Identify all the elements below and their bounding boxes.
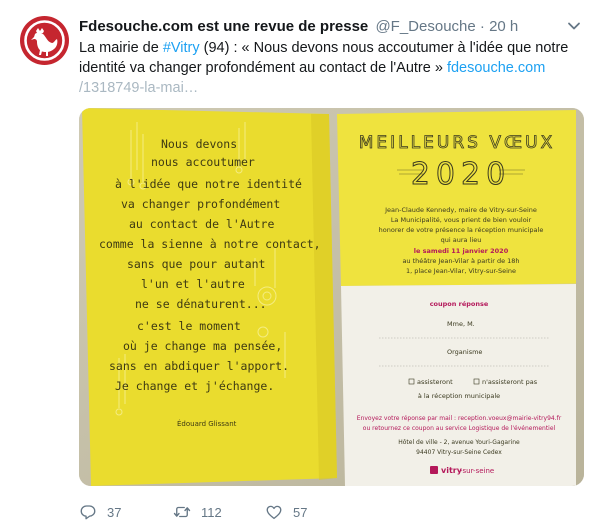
poem-line: sans que pour autant xyxy=(127,257,265,271)
coupon-option-no: n'assisteront pas xyxy=(482,378,538,386)
greeting-title: MEILLEURS VŒUX xyxy=(359,133,555,153)
coupon-title: coupon réponse xyxy=(430,300,489,308)
invitation-line: au théâtre Jean-Vilar à partir de 18h xyxy=(402,257,519,265)
invitation-line: La Municipalité, vous prient de bien vou… xyxy=(391,216,532,224)
tweet-timestamp[interactable]: 20 h xyxy=(489,18,518,35)
like-button[interactable]: 57 xyxy=(265,502,345,522)
invitation-card: Nous devons nous accoutumer à l'idée que… xyxy=(79,108,584,486)
tweet-media-image[interactable]: Nous devons nous accoutumer à l'idée que… xyxy=(79,108,584,486)
reply-count: 37 xyxy=(107,504,122,520)
poem-line: c'est le moment xyxy=(137,319,241,333)
poem-line: nous accoutumer xyxy=(151,155,255,169)
coupon-return-line: 94407 Vitry-sur-Seine Cedex xyxy=(416,449,502,456)
poem-line: au contact de l'Autre xyxy=(129,217,274,231)
retweet-icon xyxy=(173,506,191,518)
retweet-button[interactable]: 112 xyxy=(173,502,265,522)
poem-author: Édouard Glissant xyxy=(177,419,237,428)
invitation-line: qui aura lieu xyxy=(441,236,482,244)
poem-line: ne se dénaturent... xyxy=(135,297,267,311)
invitation-line: 1, place Jean-Vilar, Vitry-sur-Seine xyxy=(406,267,516,275)
reply-icon xyxy=(80,505,96,520)
rooster-icon xyxy=(24,20,65,61)
poem-line: comme la sienne à notre contact, xyxy=(99,237,321,251)
reply-button[interactable]: 37 xyxy=(79,502,173,522)
link-path[interactable]: /1318749-la-mai… xyxy=(79,80,198,96)
coupon-org-label: Organisme xyxy=(447,348,482,356)
coupon-return-line: Envoyez votre réponse par mail : recepti… xyxy=(357,415,562,422)
poem-line: où je change ma pensée, xyxy=(123,339,282,353)
tweet-text: La mairie de #Vitry (94) : « Nous devons… xyxy=(79,38,584,98)
invitation-line: Jean-Claude Kennedy, maire de Vitry-sur-… xyxy=(384,206,537,214)
user-handle[interactable]: @F_Desouche xyxy=(375,18,475,35)
separator-dot: · xyxy=(479,18,485,35)
poem-line: Nous devons xyxy=(161,137,237,151)
tweet-text-part: La mairie de xyxy=(79,40,163,56)
tweet[interactable]: Fdesouche.com est une revue de presse @F… xyxy=(0,0,601,528)
invitation-line: honorer de votre présence la réception m… xyxy=(379,226,544,234)
heart-icon xyxy=(266,505,282,520)
poem-line: Je change et j'échange. xyxy=(115,379,274,393)
hashtag-link[interactable]: #Vitry xyxy=(163,40,200,56)
tweet-actions: 37 112 57 xyxy=(79,502,345,522)
coupon-option-suffix: à la réception municipale xyxy=(418,392,500,400)
logo-suffix: -sur-seine xyxy=(460,467,494,475)
link-domain[interactable]: fdesouche.com xyxy=(447,60,545,76)
coupon-return-line: ou retournez ce coupon au service Logist… xyxy=(363,425,556,432)
poem-line: va changer profondément xyxy=(121,197,280,211)
poem-line: sans en abdiquer l'apport. xyxy=(109,359,289,373)
greeting-year: 2020 xyxy=(411,157,511,192)
invitation-date: le samedi 11 janvier 2020 xyxy=(414,247,509,255)
coupon-option-yes: assisteront xyxy=(417,378,453,386)
poem-line: l'un et l'autre xyxy=(141,277,245,291)
tweet-header: Fdesouche.com est une revue de presse @F… xyxy=(79,17,569,37)
retweet-count: 112 xyxy=(201,504,222,520)
coupon-return-line: Hôtel de ville - 2, avenue Youri-Gagarin… xyxy=(398,439,520,446)
display-name[interactable]: Fdesouche.com est une revue de presse xyxy=(79,18,368,35)
avatar[interactable] xyxy=(20,16,69,65)
coupon-name-label: Mme, M. xyxy=(447,320,475,328)
like-count: 57 xyxy=(293,504,308,520)
poem-line: à l'idée que notre identité xyxy=(115,177,302,191)
more-options-chevron-icon[interactable] xyxy=(566,18,582,34)
